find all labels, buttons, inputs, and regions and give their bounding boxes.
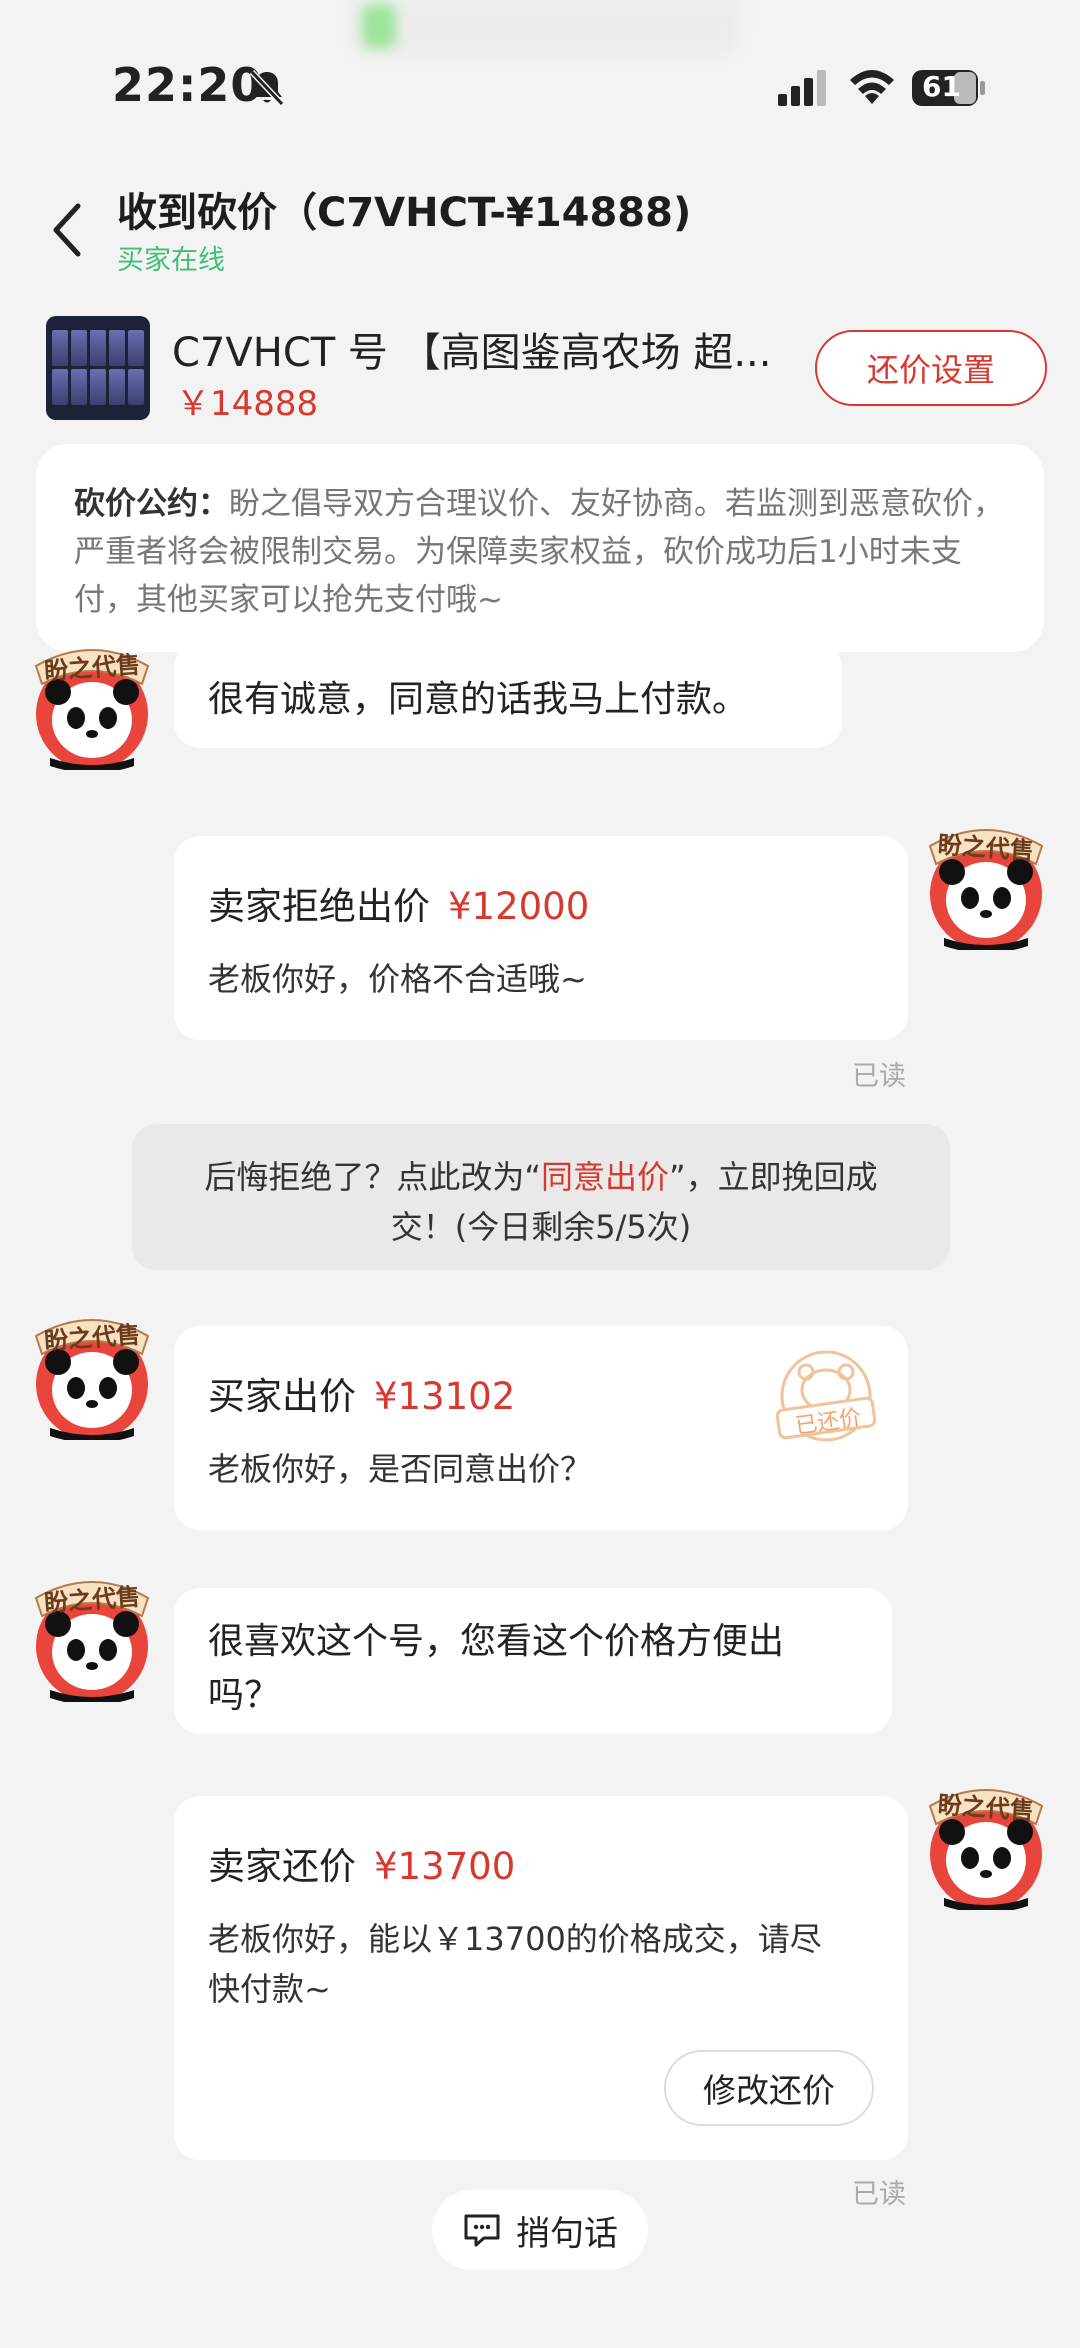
- wifi-icon: [850, 70, 894, 104]
- offer-message: 老板你好，价格不合适哦~: [208, 960, 587, 998]
- send-message-button[interactable]: 捎句话: [432, 2190, 648, 2270]
- offer-amount: ¥13700: [374, 1845, 516, 1888]
- message-bubble[interactable]: 很喜欢这个号，您看这个价格方便出 吗？: [174, 1588, 892, 1734]
- offer-message-line2: 快付款~: [208, 1970, 331, 2008]
- sys-line2: 交！(今日剩余5/5次): [390, 1208, 692, 1246]
- offer-title: 买家出价 ¥13102: [208, 1366, 515, 1420]
- offer-message: 老板你好，是否同意出价？: [208, 1450, 593, 1488]
- message-bubble[interactable]: 卖家拒绝出价 ¥12000 老板你好，价格不合适哦~: [174, 836, 908, 1040]
- offer-title: 卖家拒绝出价 ¥12000: [208, 876, 589, 930]
- offer-title-text: 卖家还价: [208, 1845, 356, 1888]
- bargain-policy-notice: 砍价公约：盼之倡导双方合理议价、友好协商。若监测到恶意砍价，严重者将会被限制交易…: [36, 444, 1044, 652]
- sys-suffix: ”，立即挽回成: [669, 1158, 878, 1196]
- avatar-label: 盼之代售: [43, 650, 142, 686]
- countered-stamp: 已还价: [770, 1346, 882, 1446]
- read-receipt: 已读: [852, 1061, 906, 1092]
- read-receipt: 已读: [852, 2179, 906, 2210]
- message-bubble[interactable]: 很有诚意，同意的话我马上付款。: [174, 642, 842, 748]
- avatar[interactable]: 盼之代售: [30, 1572, 154, 1705]
- message-text-line2: 吗？: [208, 1675, 281, 1716]
- modify-counter-offer-button[interactable]: 修改还价: [664, 2050, 874, 2126]
- product-thumbnail[interactable]: [46, 316, 150, 420]
- bell-muted-icon: [249, 69, 285, 107]
- cellular-signal-icon: [778, 70, 826, 106]
- back-arrow-icon[interactable]: [48, 200, 88, 260]
- notice-label: 砍价公约：: [74, 486, 229, 522]
- offer-title: 卖家还价 ¥13700: [208, 1836, 515, 1890]
- offer-title-text: 卖家拒绝出价: [208, 885, 430, 928]
- chat-bubble-icon: [464, 2214, 500, 2247]
- offer-message-line1: 老板你好，能以￥13700的价格成交，请尽: [208, 1920, 822, 1958]
- online-status: 买家在线: [117, 245, 225, 276]
- blurred-notification: [350, 0, 740, 56]
- product-price: ￥14888: [176, 384, 319, 424]
- avatar-label: 盼之代售: [43, 1582, 142, 1618]
- status-bar: 22:20 61: [0, 50, 1080, 130]
- agree-offer-link[interactable]: 同意出价: [541, 1158, 669, 1196]
- undo-reject-prompt[interactable]: 后悔拒绝了？点此改为“同意出价”，立即挽回成 交！(今日剩余5/5次): [132, 1124, 950, 1270]
- avatar[interactable]: 盼之代售: [924, 1780, 1048, 1913]
- product-card[interactable]: C7VHCT 号 【高图鉴高农场 超... ￥14888 还价设置: [0, 310, 1080, 430]
- page-title: 收到砍价（C7VHCT-¥14888): [117, 190, 692, 236]
- offer-title-text: 买家出价: [208, 1375, 356, 1418]
- product-title: C7VHCT 号 【高图鉴高农场 超...: [172, 330, 772, 376]
- sys-prefix: 后悔拒绝了？点此改为“: [204, 1158, 541, 1196]
- avatar-label: 盼之代售: [936, 830, 1035, 866]
- avatar-label: 盼之代售: [43, 1320, 142, 1356]
- battery-level: 61: [922, 70, 961, 103]
- status-time: 22:20: [112, 58, 264, 112]
- battery-indicator: 61: [912, 68, 986, 108]
- counter-offer-settings-button[interactable]: 还价设置: [815, 330, 1047, 406]
- offer-amount: ¥12000: [448, 885, 590, 928]
- avatar-label: 盼之代售: [936, 1790, 1035, 1826]
- avatar[interactable]: 盼之代售: [30, 1310, 154, 1443]
- offer-amount: ¥13102: [374, 1375, 516, 1418]
- send-message-label: 捎句话: [516, 2213, 618, 2254]
- avatar[interactable]: 盼之代售: [924, 820, 1048, 953]
- message-text: 很有诚意，同意的话我马上付款。: [208, 679, 749, 720]
- message-text-line1: 很喜欢这个号，您看这个价格方便出: [208, 1621, 785, 1662]
- chat-header: 收到砍价（C7VHCT-¥14888) 买家在线: [0, 170, 1080, 290]
- avatar[interactable]: 盼之代售: [30, 640, 154, 773]
